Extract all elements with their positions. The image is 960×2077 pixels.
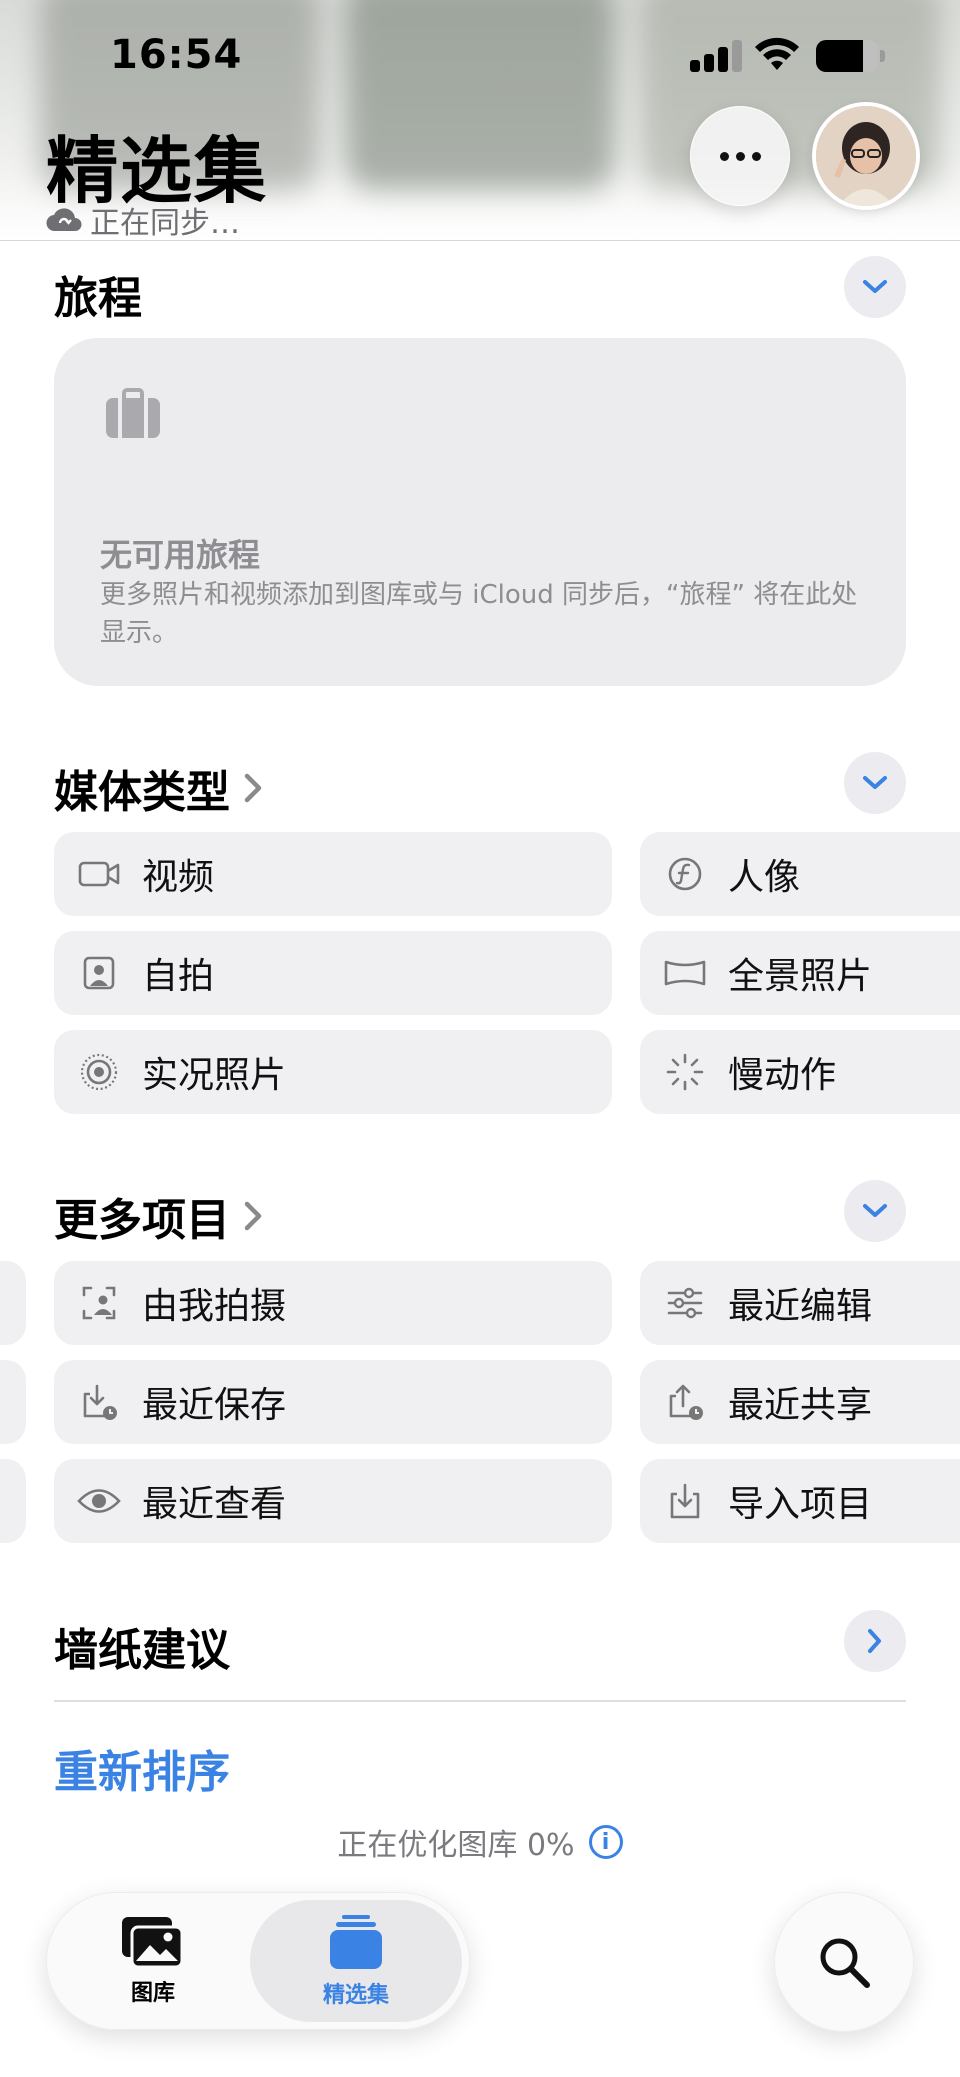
slo-mo-icon [662,1049,708,1095]
recently-shared-icon [662,1379,708,1425]
tile-label: 导入项目 [728,1484,873,1525]
wallpaper-open-button[interactable] [844,1610,906,1672]
trips-section-title: 旅程 [54,262,142,326]
media-types-section-title[interactable]: 媒体类型 [54,756,262,820]
collections-icon [330,1915,382,1969]
tile-label: 人像 [728,857,801,898]
profile-avatar[interactable] [816,106,916,206]
status-bar: 16:54 [0,0,960,110]
trips-collapse-button[interactable] [844,256,906,318]
panorama-icon [662,950,708,996]
chevron-right-icon [868,1629,881,1653]
media-types-title-label: 媒体类型 [54,767,230,818]
more-items-collapse-button[interactable] [844,1180,906,1242]
photo-library-icon [122,1917,184,1969]
more-items-section-title[interactable]: 更多项目 [54,1184,262,1248]
portrait-f-icon [662,851,708,897]
icloud-sync-icon [46,208,82,232]
wallpaper-section-title[interactable]: 墙纸建议 [54,1614,230,1678]
import-icon [662,1478,708,1524]
reorder-button[interactable]: 重新排序 [54,1736,230,1800]
trips-empty-description: 更多照片和视频添加到图库或与 iCloud 同步后，“旅程” 将在此处显示。 [100,580,858,648]
optimize-status-label: 正在优化图库 0% [337,1828,575,1863]
tile-label: 自拍 [142,956,215,997]
wallpaper-title-label: 墙纸建议 [54,1625,230,1676]
media-type-live-photo[interactable]: 实况照片 [54,1030,612,1114]
tile-label: 由我拍摄 [142,1286,287,1327]
tile-label: 视频 [142,857,215,898]
tile-label: 最近编辑 [728,1286,873,1327]
media-types-collapse-button[interactable] [844,752,906,814]
chevron-down-icon [863,1204,887,1217]
tile-label: 慢动作 [728,1055,837,1096]
tab-library-label: 图库 [130,1981,175,2006]
more-item-recently-viewed[interactable]: 最近查看 [54,1459,612,1543]
live-photo-icon [76,1049,122,1095]
header-divider [0,240,960,241]
tab-featured[interactable]: 精选集 [250,1900,462,2022]
more-item-taken-by-me[interactable]: 由我拍摄 [54,1261,612,1345]
trips-empty-card: 无可用旅程 更多照片和视频添加到图库或与 iCloud 同步后，“旅程” 将在此… [54,338,906,686]
tab-library[interactable]: 图库 [56,1900,250,2022]
more-item-recently-shared[interactable]: 最近共享 [640,1360,960,1444]
optimize-status: 正在优化图库 0% i [0,1820,960,1864]
more-item-recently-saved[interactable]: 最近保存 [54,1360,612,1444]
media-type-portrait[interactable]: 人像 [640,832,960,916]
selfie-icon [76,950,122,996]
tile-label: 最近共享 [728,1385,873,1426]
chevron-right-icon [244,1201,262,1231]
video-icon [76,851,122,897]
eye-icon [76,1478,122,1524]
recently-saved-icon [76,1379,122,1425]
trips-empty-title: 无可用旅程 [100,536,261,574]
ellipsis-icon [719,151,729,161]
media-type-selfie[interactable]: 自拍 [54,931,612,1015]
search-icon [820,1938,870,1988]
cellular-signal-icon [690,40,744,72]
tile-label: 全景照片 [728,956,873,997]
avatar-photo [816,106,916,206]
media-type-panorama[interactable]: 全景照片 [640,931,960,1015]
status-time: 16:54 [110,32,243,78]
more-item-recently-edited[interactable]: 最近编辑 [640,1261,960,1345]
tab-bar: 图库 精选集 [46,1892,470,2030]
more-items-title-label: 更多项目 [54,1195,230,1246]
tile-label: 最近保存 [142,1385,287,1426]
chevron-right-icon [244,773,262,803]
sliders-icon [662,1280,708,1326]
media-type-slo-mo[interactable]: 慢动作 [640,1030,960,1114]
tile-label: 最近查看 [142,1484,287,1525]
taken-by-me-icon [76,1280,122,1326]
media-type-video[interactable]: 视频 [54,832,612,916]
suitcase-icon [106,388,160,438]
wifi-icon [755,37,799,70]
previous-column-tile[interactable] [0,1261,26,1345]
search-button[interactable] [774,1892,914,2032]
previous-column-tile[interactable] [0,1459,26,1543]
sync-status-label: 正在同步… [90,206,240,241]
info-icon[interactable]: i [588,1825,623,1859]
section-divider [54,1700,906,1702]
chevron-down-icon [863,776,887,789]
trips-title-label: 旅程 [54,273,142,324]
chevron-down-icon [863,280,887,293]
tile-label: 实况照片 [142,1055,287,1096]
previous-column-tile[interactable] [0,1360,26,1444]
more-options-button[interactable] [690,106,790,206]
battery-icon [816,40,886,72]
sync-status: 正在同步… [46,202,240,241]
more-item-imports[interactable]: 导入项目 [640,1459,960,1543]
tab-featured-label: 精选集 [322,1983,389,2008]
screen: 16:54 精选集 正在同步… 旅程 无可用旅程 更多照片和视频添加到图库或与 … [0,0,960,2077]
